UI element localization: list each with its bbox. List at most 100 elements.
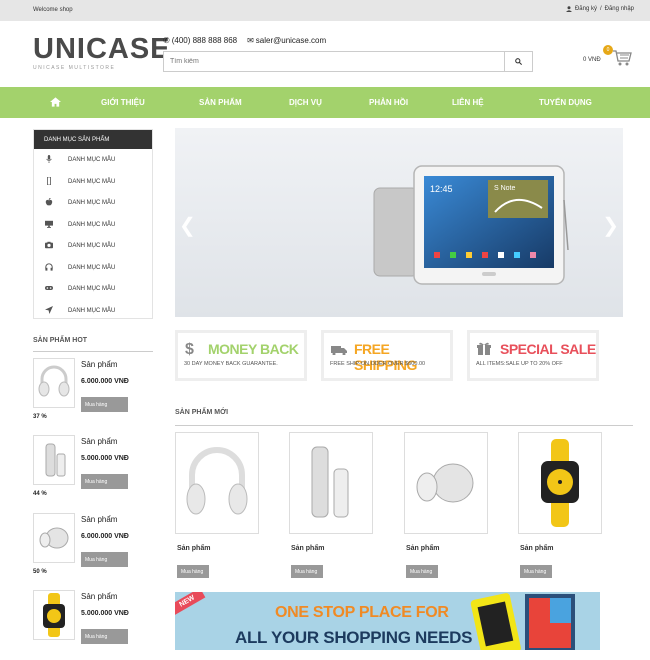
welcome-text: Welcome shop (33, 7, 73, 13)
top-bar: Welcome shop Đăng ký / Đăng nhập (0, 0, 650, 21)
category-label: DANH MỤC MẪU (68, 264, 116, 271)
category-label: DANH MỤC MẪU (68, 178, 116, 185)
buy-button[interactable]: Mua hàng (520, 565, 552, 578)
logo-tagline: UNICASE MULTISTORE (33, 65, 116, 71)
register-link[interactable]: Đăng ký (575, 6, 597, 12)
dollar-icon: $ (185, 341, 194, 358)
buy-button[interactable]: Mua hàng (81, 474, 128, 489)
hot-product-item: Sản phẩm 6.000.000 VNĐ Mua hàng 37 % (33, 358, 153, 428)
nav-item-phan-hoi[interactable]: PHẢN HỒI (369, 98, 408, 107)
product-name[interactable]: Sản phẩm (81, 360, 117, 369)
chevron-right-icon[interactable]: ❯ (602, 213, 619, 238)
category-label: DANH MỤC MẪU (68, 243, 116, 249)
product-price: 5.000.000 VNĐ (81, 610, 129, 617)
cart-amount: 0 VNĐ (583, 57, 601, 63)
category-label: DANH MỤC MẪU (68, 200, 116, 206)
discount-percent: 44 % (33, 491, 47, 497)
hot-product-item: Sản phẩm 6.000.000 VNĐ Mua hàng 50 % (33, 513, 153, 583)
email-address[interactable]: saler@unicase.com (256, 36, 326, 45)
contact-info: ✆ (400) 888 888 868 ✉ saler@unicase.com (163, 36, 326, 45)
product-image[interactable] (33, 435, 75, 485)
category-item[interactable]: DANH MỤC MẪU (34, 214, 152, 236)
new-product-item: Sản phẩm Mua hàng (518, 432, 602, 582)
new-product-item: Sản phẩm Mua hàng (175, 432, 259, 582)
product-image[interactable] (33, 358, 75, 408)
product-name[interactable]: Sản phẩm (177, 545, 210, 552)
category-label: DANH MỤC MẪU (68, 307, 116, 314)
chevron-left-icon[interactable]: ❮ (179, 213, 196, 238)
main-nav: GIỚI THIỆU SẢN PHẨM DỊCH VỤ PHẢN HỒI LIÊ… (0, 87, 650, 118)
phone-icon: ✆ (163, 36, 170, 45)
nav-item-gioi-thieu[interactable]: GIỚI THIỆU (101, 98, 145, 107)
promo-banner[interactable]: NEW ONE STOP PLACE FOR ALL YOUR SHOPPING… (175, 592, 600, 650)
category-item[interactable]: DANH MỤC MẪU (34, 171, 152, 193)
category-item[interactable]: DANH MỤC MẪU (34, 300, 152, 322)
buy-button[interactable]: Mua hàng (406, 565, 438, 578)
headphones-icon (45, 262, 53, 271)
shopping-cart-icon (613, 50, 632, 66)
product-price: 6.000.000 VNĐ (81, 533, 129, 540)
product-image[interactable] (33, 513, 75, 563)
login-link[interactable]: Đăng nhập (605, 6, 634, 12)
logo[interactable]: UNICASE UNICASE MULTISTORE (33, 34, 171, 71)
product-image[interactable] (289, 432, 373, 534)
user-icon (565, 6, 572, 12)
tablet-note: S Note (494, 185, 516, 192)
gamepad-icon (45, 286, 53, 290)
category-item[interactable]: DANH MỤC MẪU (34, 192, 152, 214)
envelope-icon: ✉ (247, 36, 254, 45)
monitor-icon (45, 220, 53, 228)
feature-title: SPECIAL SALE (500, 341, 596, 357)
category-menu: DANH MỤC SẢN PHẨM DANH MỤC MẪU DANH MỤC … (33, 129, 153, 319)
home-icon[interactable] (50, 97, 61, 107)
search-icon (515, 58, 522, 65)
product-price: 5.000.000 VNĐ (81, 455, 129, 462)
category-item[interactable]: DANH MỤC MẪU (34, 235, 152, 257)
buy-button[interactable]: Mua hàng (291, 565, 323, 578)
hot-products-title: SẢN PHẨM HOT (33, 337, 88, 344)
divider (175, 425, 633, 426)
feature-subtitle: 30 DAY MONEY BACK GUARANTEE. (184, 361, 278, 367)
search-input[interactable] (164, 52, 504, 71)
nav-item-tuyen-dung[interactable]: TUYỂN DỤNG (539, 98, 592, 107)
mobile-icon (47, 176, 51, 185)
cart[interactable]: 0 VNĐ 0 (583, 45, 633, 75)
category-item[interactable]: DANH MỤC MẪU (34, 149, 152, 171)
product-name[interactable]: Sản phẩm (291, 545, 324, 552)
product-name[interactable]: Sản phẩm (406, 545, 439, 552)
hero-slider: ❮ ❯ 12:45 S Note (175, 128, 623, 317)
nav-item-dich-vu[interactable]: DỊCH VỤ (289, 98, 322, 107)
product-price: 6.000.000 VNĐ (81, 378, 129, 385)
product-image[interactable] (518, 432, 602, 534)
location-arrow-icon (45, 305, 53, 314)
nav-item-san-pham[interactable]: SẢN PHẨM (199, 98, 242, 107)
discount-percent: 37 % (33, 414, 47, 420)
category-item[interactable]: DANH MỤC MẪU (34, 278, 152, 300)
category-label: DANH MỤC MẪU (68, 221, 116, 228)
product-name[interactable]: Sản phẩm (81, 515, 117, 524)
search-box (163, 51, 533, 72)
apple-icon (45, 198, 53, 206)
nav-item-lien-he[interactable]: LIÊN HỆ (452, 98, 484, 107)
category-label: DANH MỤC MẪU (68, 286, 116, 292)
phones-image (470, 593, 575, 650)
buy-button[interactable]: Mua hàng (81, 629, 128, 644)
product-name[interactable]: Sản phẩm (81, 592, 117, 601)
new-tag: NEW (175, 592, 206, 616)
new-product-item: Sản phẩm Mua hàng (289, 432, 373, 582)
camera-icon (45, 241, 53, 249)
product-name[interactable]: Sản phẩm (520, 545, 553, 552)
buy-button[interactable]: Mua hàng (81, 552, 128, 567)
search-button[interactable] (504, 52, 532, 71)
banner-line-1: ONE STOP PLACE FOR (275, 604, 449, 621)
discount-percent: 50 % (33, 569, 47, 575)
category-label: DANH MỤC MẪU (68, 157, 116, 163)
product-image[interactable] (404, 432, 488, 534)
product-image[interactable] (33, 590, 75, 640)
product-name[interactable]: Sản phẩm (81, 437, 117, 446)
buy-button[interactable]: Mua hàng (81, 397, 128, 412)
category-item[interactable]: DANH MỤC MẪU (34, 257, 152, 279)
feature-title: FREE SHIPPING (354, 341, 417, 373)
buy-button[interactable]: Mua hàng (177, 565, 209, 578)
product-image[interactable] (175, 432, 259, 534)
